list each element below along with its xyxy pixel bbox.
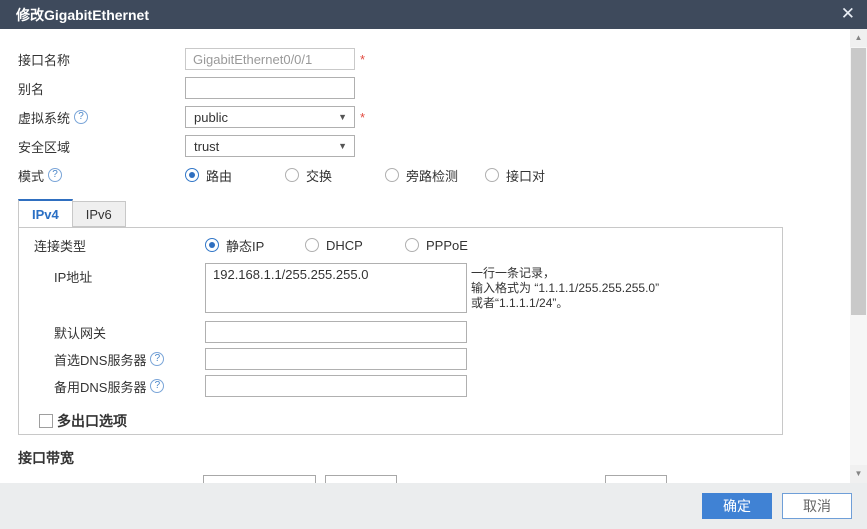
scrollbar-thumb[interactable] [851, 48, 866, 315]
chevron-down-icon: ▼ [338, 141, 347, 151]
conn-option-dhcp: DHCP [305, 238, 405, 253]
virtual-system-label: 虚拟系统 ? [0, 108, 185, 127]
required-asterisk: * [360, 52, 365, 67]
default-gateway-input[interactable] [205, 321, 467, 343]
conn-option-pppoe: PPPoE [405, 238, 505, 253]
mode-radio-bypass[interactable] [385, 168, 399, 182]
dialog-content: 接口名称 * 别名 虚拟系统 ? public ▼ * 安全区域 trust ▼ [0, 29, 850, 483]
mode-option-bypass-label: 旁路检测 [406, 166, 458, 185]
security-zone-select[interactable]: trust ▼ [185, 135, 355, 157]
mode-option-route-label: 路由 [206, 166, 232, 185]
bandwidth-section-title: 接口带宽 [18, 448, 850, 468]
dialog-titlebar: 修改GigabitEthernet ✕ [0, 0, 867, 29]
bandwidth-input-partial[interactable] [605, 475, 667, 483]
alternate-dns-label-text: 备用DNS服务器 [54, 377, 146, 396]
mode-radio-switch[interactable] [285, 168, 299, 182]
ipv4-panel: 连接类型 静态IP DHCP PPPoE IP地址 192.168.1.1/25… [18, 227, 783, 435]
multi-exit-checkbox[interactable] [39, 414, 53, 428]
mode-option-bypass: 旁路检测 [385, 166, 485, 185]
scroll-up-icon[interactable]: ▲ [850, 29, 867, 47]
ip-address-textarea[interactable]: 192.168.1.1/255.255.255.0 [205, 263, 467, 313]
interface-name-label: 接口名称 [0, 50, 185, 69]
tab-ipv6[interactable]: IPv6 [73, 201, 126, 227]
mode-option-interface-pair-label: 接口对 [506, 166, 545, 185]
ip-address-row: IP地址 192.168.1.1/255.255.255.0 一行一条记录， 输… [19, 263, 782, 313]
cancel-button[interactable]: 取消 [782, 493, 852, 519]
connection-type-row: 连接类型 静态IP DHCP PPPoE [19, 235, 782, 255]
conn-option-static: 静态IP [205, 236, 305, 255]
preferred-dns-input[interactable] [205, 348, 467, 370]
default-gateway-label: 默认网关 [19, 323, 205, 342]
security-zone-value: trust [194, 139, 219, 154]
mode-row: 模式 ? 路由 交换 旁路检测 接口对 [0, 164, 850, 186]
mode-radio-interface-pair[interactable] [485, 168, 499, 182]
conn-option-static-label: 静态IP [226, 236, 264, 255]
virtual-system-row: 虚拟系统 ? public ▼ * [0, 106, 850, 128]
ok-button[interactable]: 确定 [702, 493, 772, 519]
conn-radio-static-ip[interactable] [205, 238, 219, 252]
ip-tabs: IPv4 IPv6 [18, 199, 850, 227]
dialog-footer: 确定 取消 [0, 483, 867, 529]
mode-option-interface-pair: 接口对 [485, 166, 585, 185]
alias-input[interactable] [185, 77, 355, 99]
virtual-system-label-text: 虚拟系统 [18, 108, 70, 127]
mode-option-switch-label: 交换 [306, 166, 332, 185]
alias-label: 别名 [0, 79, 185, 98]
bandwidth-select-partial[interactable] [325, 475, 397, 483]
mode-option-route: 路由 [185, 166, 285, 185]
modify-interface-dialog: 修改GigabitEthernet ✕ 接口名称 * 别名 虚拟系统 ? pub… [0, 0, 867, 529]
ip-address-label: IP地址 [19, 263, 205, 286]
virtual-system-value: public [194, 110, 228, 125]
preferred-dns-label-text: 首选DNS服务器 [54, 350, 146, 369]
alias-row: 别名 [0, 77, 850, 99]
help-icon[interactable]: ? [150, 379, 164, 393]
preferred-dns-row: 首选DNS服务器 ? [19, 348, 782, 370]
bandwidth-input-partial[interactable] [203, 475, 316, 483]
conn-option-dhcp-label: DHCP [326, 238, 363, 253]
help-icon[interactable]: ? [74, 110, 88, 124]
ip-address-hint: 一行一条记录， 输入格式为 “1.1.1.1/255.255.255.0” 或者… [471, 263, 659, 311]
multi-exit-label: 多出口选项 [57, 411, 127, 431]
mode-label: 模式 ? [0, 166, 185, 185]
conn-option-pppoe-label: PPPoE [426, 238, 468, 253]
alternate-dns-input[interactable] [205, 375, 467, 397]
scroll-down-icon[interactable]: ▼ [850, 465, 867, 483]
default-gateway-row: 默认网关 [19, 321, 782, 343]
close-icon[interactable]: ✕ [841, 4, 855, 24]
security-zone-row: 安全区域 trust ▼ [0, 135, 850, 157]
mode-radio-route[interactable] [185, 168, 199, 182]
required-asterisk: * [360, 110, 365, 125]
security-zone-label: 安全区域 [0, 137, 185, 156]
mode-label-text: 模式 [18, 166, 44, 185]
vertical-scrollbar[interactable]: ▲ ▼ [850, 29, 867, 483]
conn-radio-dhcp[interactable] [305, 238, 319, 252]
connection-type-label: 连接类型 [19, 236, 205, 255]
help-icon[interactable]: ? [48, 168, 62, 182]
alternate-dns-row: 备用DNS服务器 ? [19, 375, 782, 397]
virtual-system-select[interactable]: public ▼ [185, 106, 355, 128]
preferred-dns-label: 首选DNS服务器 ? [19, 350, 205, 369]
ip-hint-line1: 一行一条记录， [471, 266, 659, 281]
interface-name-input [185, 48, 355, 70]
dialog-title: 修改GigabitEthernet [0, 5, 149, 25]
multi-exit-row: 多出口选项 [39, 411, 782, 431]
help-icon[interactable]: ? [150, 352, 164, 366]
ip-hint-line3: 或者“1.1.1.1/24”。 [471, 296, 659, 311]
conn-radio-pppoe[interactable] [405, 238, 419, 252]
ip-hint-line2: 输入格式为 “1.1.1.1/255.255.255.0” [471, 281, 659, 296]
tab-ipv4[interactable]: IPv4 [18, 199, 73, 227]
alternate-dns-label: 备用DNS服务器 ? [19, 377, 205, 396]
chevron-down-icon: ▼ [338, 112, 347, 122]
mode-option-switch: 交换 [285, 166, 385, 185]
interface-name-row: 接口名称 * [0, 48, 850, 70]
